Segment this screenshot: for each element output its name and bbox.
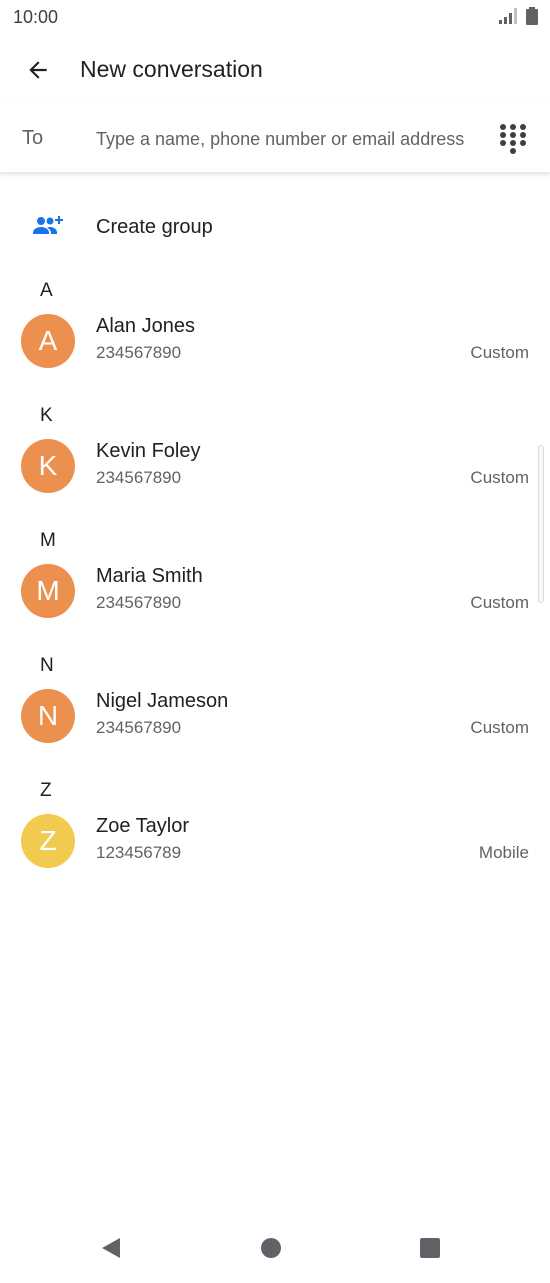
contact-name: Maria Smith <box>96 565 203 587</box>
signal-icon <box>499 8 517 24</box>
recipient-row: To <box>0 104 550 173</box>
contact-number: 123456789 <box>96 843 182 862</box>
section-header: M <box>0 520 550 562</box>
contact-number: 234567890 <box>96 593 182 612</box>
avatar-initial: N <box>37 700 59 731</box>
section-letter: K <box>40 405 53 426</box>
to-label: To <box>22 127 44 149</box>
battery-icon <box>526 7 538 25</box>
contact-name: Alan Jones <box>96 315 195 337</box>
avatar-initial: K <box>38 450 58 481</box>
contact-number: 234567890 <box>96 718 182 737</box>
contact-number-type: Custom <box>470 468 529 487</box>
contact-item[interactable]: K Kevin Foley 234567890 Custom <box>0 437 550 520</box>
arrow-back-icon <box>29 61 47 79</box>
section-header: K <box>0 395 550 437</box>
create-group-button[interactable]: Create group <box>0 200 550 256</box>
contact-name: Nigel Jameson <box>96 690 229 712</box>
section-letter: A <box>40 280 53 301</box>
section-header: N <box>0 645 550 687</box>
contact-name: Zoe Taylor <box>96 815 190 837</box>
status-time: 10:00 <box>13 7 59 27</box>
contact-list: A A Alan Jones 234567890 Custom K K Kevi… <box>0 270 550 895</box>
scrollbar[interactable] <box>538 445 544 603</box>
app-bar: New conversation <box>0 36 550 104</box>
contact-item[interactable]: N Nigel Jameson 234567890 Custom <box>0 687 550 770</box>
contact-number-type: Custom <box>470 343 529 362</box>
avatar-initial: Z <box>39 825 57 856</box>
avatar-initial: M <box>36 575 60 606</box>
status-bar: 10:00 <box>0 0 550 36</box>
section-letter: N <box>40 655 54 676</box>
avatar: M <box>21 564 75 618</box>
recipient-input[interactable] <box>96 124 486 154</box>
avatar: K <box>21 439 75 493</box>
avatar: A <box>21 314 75 368</box>
contact-number-type: Custom <box>470 718 529 737</box>
back-button[interactable] <box>18 50 58 90</box>
nav-home-icon[interactable] <box>261 1238 281 1258</box>
contact-number: 234567890 <box>96 468 182 487</box>
contact-name: Kevin Foley <box>96 440 201 462</box>
navigation-bar <box>0 1213 550 1283</box>
page-title: New conversation <box>80 56 263 82</box>
avatar: Z <box>21 814 75 868</box>
contact-item[interactable]: A Alan Jones 234567890 Custom <box>0 312 550 395</box>
section-header: Z <box>0 770 550 812</box>
dialpad-button[interactable] <box>498 123 528 155</box>
status-icons <box>498 7 538 25</box>
section-letter: M <box>40 530 56 551</box>
contact-number: 234567890 <box>96 343 182 362</box>
nav-back-icon[interactable] <box>100 1237 122 1259</box>
avatar: N <box>21 689 75 743</box>
contact-item[interactable]: M Maria Smith 234567890 Custom <box>0 562 550 645</box>
avatar-initial: A <box>38 325 58 356</box>
group-add-icon <box>33 216 63 234</box>
create-group-label: Create group <box>96 216 213 238</box>
contact-item[interactable]: Z Zoe Taylor 123456789 Mobile <box>0 812 550 895</box>
section-header: A <box>0 270 550 312</box>
contact-number-type: Custom <box>470 593 529 612</box>
contact-number-type: Mobile <box>478 843 529 862</box>
dialpad-icon <box>500 124 526 154</box>
nav-recents-icon[interactable] <box>420 1238 440 1258</box>
section-letter: Z <box>40 780 52 801</box>
